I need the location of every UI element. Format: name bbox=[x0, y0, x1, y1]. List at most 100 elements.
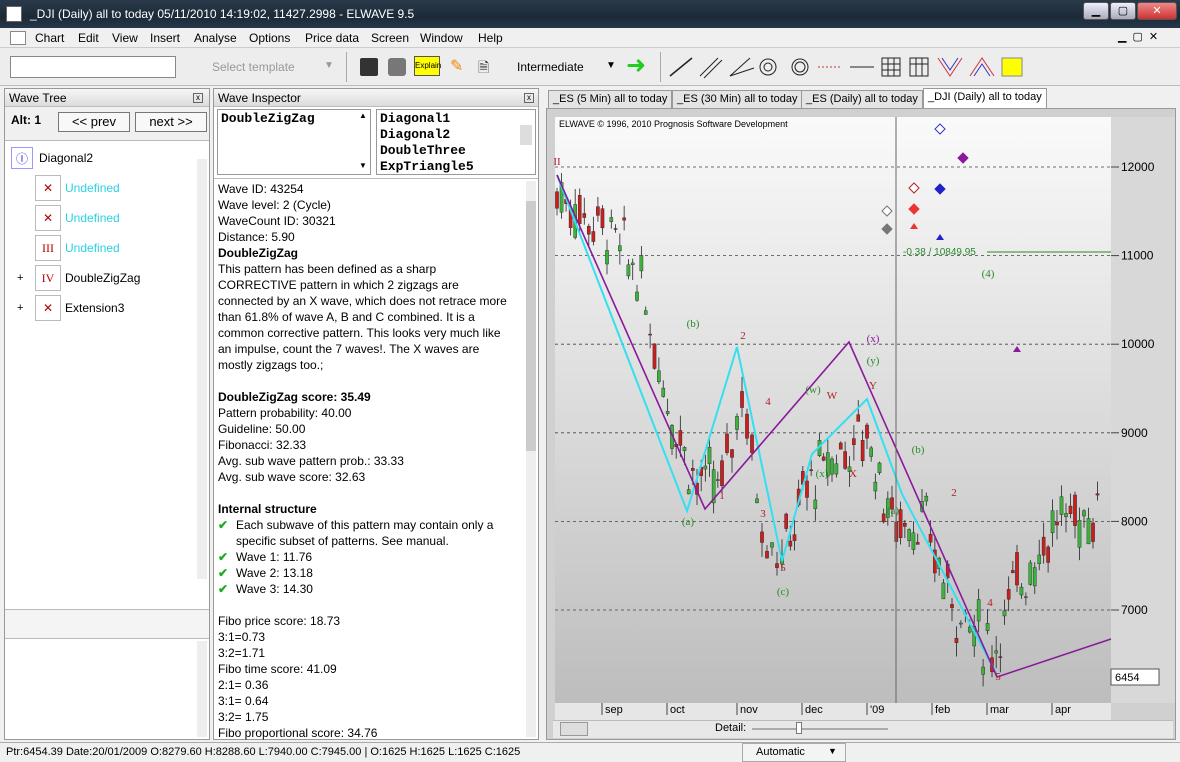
detail-slider-thumb[interactable] bbox=[796, 722, 802, 734]
candle bbox=[1041, 536, 1046, 556]
inspect-icon[interactable]: 🗎 bbox=[478, 58, 496, 76]
inspector-scrollbar[interactable] bbox=[526, 181, 536, 737]
candle bbox=[788, 540, 793, 547]
inspector-close-icon[interactable]: x bbox=[524, 93, 534, 103]
fib-annotation: -0.38 / 10849.95 bbox=[903, 247, 976, 258]
candle bbox=[707, 446, 712, 464]
menu-chart[interactable]: Chart bbox=[35, 31, 64, 45]
candle bbox=[830, 458, 834, 475]
go-arrow-icon[interactable]: ➜ bbox=[626, 53, 646, 79]
wave-label: (a) bbox=[682, 516, 695, 528]
candle bbox=[994, 650, 998, 654]
fibo-line: Fibo time score: 41.09 bbox=[218, 662, 337, 676]
tab-es-30min[interactable]: _ES (30 Min) all to today bbox=[672, 90, 803, 108]
inspector-title: Wave Inspector bbox=[218, 91, 301, 105]
tree-item-1[interactable]: ✕ Undefined bbox=[5, 173, 120, 203]
pattern-list-scrollbar[interactable] bbox=[520, 125, 532, 145]
tree-item-5[interactable]: + ✕ Extension3 bbox=[5, 293, 124, 323]
pattern-list[interactable]: Diagonal1 Diagonal2 DoubleThree ExpTrian… bbox=[376, 109, 536, 175]
candle bbox=[856, 414, 861, 422]
score-line: Pattern probability: 40.00 bbox=[218, 406, 352, 420]
tree-divider bbox=[5, 609, 209, 639]
menu-analyse[interactable]: Analyse bbox=[194, 31, 237, 45]
menu-window[interactable]: Window bbox=[420, 31, 463, 45]
degree-dropdown-icon[interactable]: ▼ bbox=[606, 60, 616, 71]
wave-tree-close-icon[interactable]: x bbox=[193, 93, 203, 103]
candle bbox=[755, 498, 759, 504]
candle bbox=[605, 250, 609, 265]
print-icon[interactable] bbox=[388, 58, 406, 76]
candle bbox=[784, 513, 788, 529]
tree-scrollbar[interactable] bbox=[197, 159, 207, 579]
score-line: Fibonacci: 32.33 bbox=[218, 438, 307, 452]
pen-icon[interactable]: ✎ bbox=[450, 58, 468, 76]
minimize-button[interactable]: ▁ bbox=[1083, 2, 1109, 20]
candle bbox=[1091, 522, 1095, 542]
next-button[interactable]: next >> bbox=[135, 112, 207, 132]
menu-screen[interactable]: Screen bbox=[371, 31, 409, 45]
scroll-down-icon[interactable]: ▼ bbox=[359, 161, 367, 170]
candle bbox=[1032, 567, 1037, 587]
candle bbox=[852, 438, 856, 445]
maximize-button[interactable]: ▢ bbox=[1110, 2, 1136, 20]
lower-scrollbar[interactable] bbox=[197, 641, 207, 737]
dji-chart[interactable]: ELWAVE © 1996, 2010 Prognosis Software D… bbox=[547, 109, 1175, 740]
wave-tree-panel: Wave Tree x Alt: 1 << prev next >> Ⓘ Dia… bbox=[4, 88, 210, 740]
tab-es-5min[interactable]: _ES (5 Min) all to today bbox=[548, 90, 673, 108]
menu-view[interactable]: View bbox=[112, 31, 138, 45]
template-select[interactable]: Select template bbox=[212, 60, 295, 74]
pattern-list-item[interactable]: Diagonal2 bbox=[380, 127, 532, 143]
tree-item-4[interactable]: + IV DoubleZigZag bbox=[5, 263, 140, 293]
fibo-line: 3:1=0.73 bbox=[218, 630, 266, 644]
candle bbox=[652, 343, 657, 369]
internal-line: Wave 1: 11.76 bbox=[236, 550, 313, 564]
expand-icon[interactable]: + bbox=[17, 302, 31, 314]
x-tick-label: mar bbox=[990, 704, 1009, 716]
pattern-list-item[interactable]: DoubleThree bbox=[380, 143, 532, 159]
wave-label: 2 bbox=[740, 330, 746, 342]
pattern-list-item[interactable]: Diagonal1 bbox=[380, 111, 532, 127]
tree-root[interactable]: Ⓘ Diagonal2 bbox=[5, 143, 93, 173]
template-dropdown-icon[interactable]: ▼ bbox=[324, 60, 334, 71]
candle bbox=[582, 213, 587, 218]
candle bbox=[639, 255, 644, 272]
plot-area bbox=[555, 117, 1111, 703]
save-icon[interactable] bbox=[360, 58, 378, 76]
candle bbox=[760, 531, 764, 543]
candle bbox=[1068, 505, 1073, 514]
x-tick-label: '09 bbox=[870, 704, 884, 716]
mode-dropdown-icon[interactable]: ▼ bbox=[828, 746, 837, 756]
detail-line: WaveCount ID: 30321 bbox=[218, 214, 336, 228]
scroll-up-icon[interactable]: ▲ bbox=[359, 111, 367, 120]
explain-icon[interactable]: Explain bbox=[414, 56, 441, 76]
tree-item-2[interactable]: ✕ Undefined bbox=[5, 203, 120, 233]
expand-icon[interactable]: + bbox=[17, 272, 31, 284]
menu-options[interactable]: Options bbox=[249, 31, 290, 45]
selected-pattern-box[interactable]: DoubleZigZag bbox=[217, 109, 371, 175]
menu-insert[interactable]: Insert bbox=[150, 31, 180, 45]
menu-price-data[interactable]: Price data bbox=[305, 31, 359, 45]
candle bbox=[805, 480, 809, 498]
mdi-controls[interactable]: ▁▢✕ bbox=[1118, 30, 1164, 43]
candle bbox=[865, 424, 869, 439]
wave-tree-title: Wave Tree bbox=[9, 91, 67, 105]
menu-edit[interactable]: Edit bbox=[78, 31, 99, 45]
y-tick-label: 11000 bbox=[1121, 249, 1154, 263]
tab-dji-daily[interactable]: _DJI (Daily) all to today bbox=[923, 88, 1047, 108]
tree-item-3[interactable]: III Undefined bbox=[5, 233, 120, 263]
detail-slider-track[interactable] bbox=[752, 728, 888, 730]
drawing-tools[interactable] bbox=[666, 54, 1030, 80]
tab-es-daily[interactable]: _ES (Daily) all to today bbox=[801, 90, 923, 108]
menu-help[interactable]: Help bbox=[478, 31, 503, 45]
wave-label: 1 bbox=[719, 490, 725, 502]
symbol-input[interactable] bbox=[10, 56, 176, 78]
time-axis-area bbox=[555, 703, 1111, 721]
degree-select[interactable]: Intermediate bbox=[517, 60, 584, 74]
candle bbox=[686, 489, 691, 495]
internal-line: Each subwave of this pattern may contain… bbox=[236, 518, 494, 548]
close-button[interactable]: ✕ bbox=[1137, 2, 1177, 20]
chart-hscroll-thumb[interactable] bbox=[560, 722, 588, 736]
pattern-list-item[interactable]: ExpTriangle5 bbox=[380, 159, 532, 175]
candle bbox=[600, 208, 605, 229]
prev-button[interactable]: << prev bbox=[58, 112, 130, 132]
